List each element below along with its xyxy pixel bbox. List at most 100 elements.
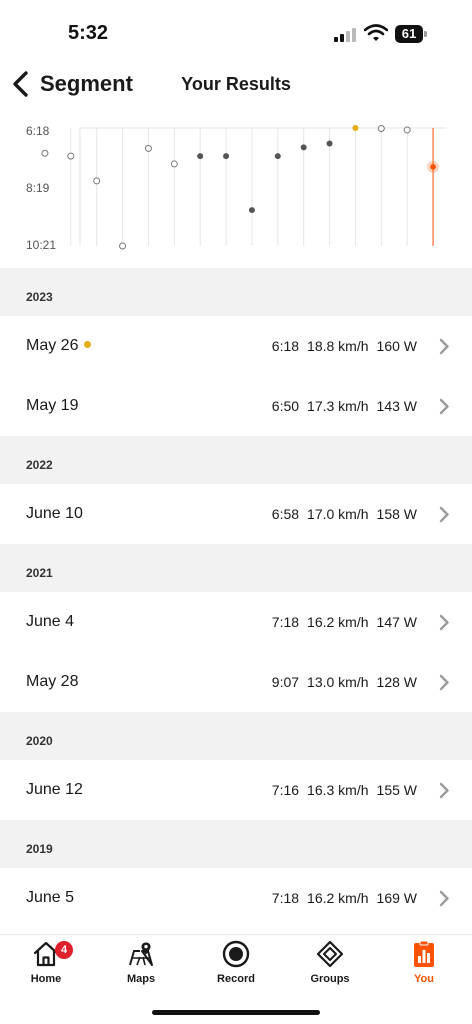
data-point[interactable] — [93, 177, 101, 185]
effort-time: 9:07 — [271, 674, 300, 690]
results-chart-plot — [41, 124, 446, 250]
data-point[interactable] — [274, 153, 281, 160]
cellular-signal-icon — [334, 28, 358, 42]
data-point[interactable] — [144, 144, 152, 152]
effort-row[interactable]: June 12 7:16 16.3 km/h 155 W — [0, 760, 472, 820]
effort-row[interactable]: May 26 6:18 18.8 km/h 160 W — [0, 316, 472, 376]
nav-header: Segment Your Results — [0, 60, 472, 108]
effort-time: 7:18 — [271, 890, 300, 906]
chevron-right-icon — [439, 338, 449, 355]
tab-label: Home — [30, 973, 62, 985]
data-point[interactable] — [377, 124, 385, 132]
effort-power: 128 W — [376, 674, 417, 690]
notification-badge: 4 — [55, 941, 73, 959]
effort-date: June 10 — [26, 505, 83, 522]
tab-label: Groups — [310, 973, 350, 985]
year-header: 2020 — [0, 712, 472, 760]
year-header: 2019 — [0, 820, 472, 868]
effort-power: 143 W — [376, 398, 417, 414]
you-icon — [414, 940, 434, 967]
data-point[interactable] — [403, 126, 411, 134]
effort-stats: 6:58 17.0 km/h 158 W — [272, 484, 417, 544]
tab-home[interactable]: 4 Home — [1, 939, 91, 995]
chevron-right-icon — [439, 398, 449, 415]
effort-stats: 7:18 16.2 km/h 169 W — [272, 868, 417, 928]
groups-icon — [316, 940, 344, 968]
effort-speed: 18.8 km/h — [307, 338, 369, 354]
data-point[interactable] — [300, 144, 307, 151]
record-icon — [222, 940, 250, 968]
effort-stats: 7:18 16.2 km/h 147 W — [272, 592, 417, 652]
y-tick-label: 10:21 — [26, 238, 57, 252]
effort-speed: 13.0 km/h — [307, 674, 369, 690]
effort-date: May 28 — [26, 673, 79, 690]
status-bar: 5:32 61 — [0, 0, 472, 60]
effort-stats: 6:50 17.3 km/h 143 W — [272, 376, 417, 436]
tab-maps[interactable]: Maps — [96, 939, 186, 995]
y-tick-label: 8:19 — [26, 181, 50, 195]
effort-date-label: May 26 — [26, 337, 79, 354]
effort-row[interactable]: June 4 7:18 16.2 km/h 147 W — [0, 592, 472, 652]
data-point[interactable] — [352, 125, 359, 131]
chevron-right-icon — [439, 506, 449, 523]
pr-dot-icon — [84, 341, 92, 348]
battery-level: 61 — [395, 25, 423, 43]
tab-label: You — [414, 973, 434, 985]
chevron-right-icon — [439, 614, 449, 631]
effort-row[interactable]: June 10 6:58 17.0 km/h 158 W — [0, 484, 472, 544]
data-point[interactable] — [197, 153, 204, 160]
maps-icon — [129, 942, 153, 966]
effort-power: 147 W — [376, 614, 417, 630]
effort-time: 6:18 — [271, 338, 300, 354]
effort-date: May 26 — [26, 316, 92, 376]
effort-row[interactable]: May 19 6:50 17.3 km/h 143 W — [0, 376, 472, 436]
effort-speed: 16.2 km/h — [307, 890, 369, 906]
tab-record[interactable]: Record — [191, 939, 281, 995]
effort-stats: 6:18 18.8 km/h 160 W — [272, 316, 417, 376]
effort-stats: 7:16 16.3 km/h 155 W — [272, 760, 417, 820]
data-point[interactable] — [170, 160, 178, 168]
tab-groups[interactable]: Groups — [285, 939, 375, 995]
chevron-right-icon — [439, 782, 449, 799]
data-point[interactable] — [430, 164, 436, 170]
effort-power: 158 W — [376, 506, 417, 522]
data-point[interactable] — [326, 140, 333, 147]
tab-label: Maps — [126, 973, 156, 985]
data-point[interactable] — [223, 153, 230, 160]
results-chart[interactable]: 6:18 8:19 10:21 — [0, 118, 472, 258]
home-indicator — [152, 1010, 320, 1015]
status-time: 5:32 — [68, 22, 109, 44]
effort-speed: 16.3 km/h — [307, 782, 369, 798]
year-header: 2021 — [0, 544, 472, 592]
effort-speed: 17.0 km/h — [307, 506, 369, 522]
effort-power: 155 W — [376, 782, 417, 798]
tab-you[interactable]: You — [379, 939, 469, 995]
effort-time: 7:18 — [271, 614, 300, 630]
effort-list: 2023 May 26 6:18 18.8 km/h 160 W May 19 6:… — [0, 268, 472, 928]
wifi-icon — [364, 24, 388, 41]
effort-power: 160 W — [376, 338, 417, 354]
y-tick-label: 6:18 — [26, 124, 50, 138]
effort-row[interactable]: June 5 7:18 16.2 km/h 169 W — [0, 868, 472, 928]
effort-date: June 4 — [26, 613, 75, 630]
data-point[interactable] — [41, 149, 49, 157]
effort-stats: 9:07 13.0 km/h 128 W — [272, 652, 417, 712]
chevron-right-icon — [439, 674, 449, 691]
effort-time: 6:58 — [271, 506, 300, 522]
effort-date: June 5 — [26, 889, 75, 906]
data-point[interactable] — [248, 207, 255, 214]
effort-power: 169 W — [376, 890, 417, 906]
chevron-right-icon — [439, 890, 449, 907]
data-point[interactable] — [67, 152, 75, 160]
year-header: 2023 — [0, 268, 472, 316]
effort-time: 7:16 — [271, 782, 300, 798]
effort-row[interactable]: May 28 9:07 13.0 km/h 128 W — [0, 652, 472, 712]
effort-speed: 17.3 km/h — [307, 398, 369, 414]
tab-label: Record — [217, 973, 255, 985]
battery-icon: 61 — [395, 25, 427, 43]
data-point[interactable] — [119, 242, 127, 250]
page-title: Your Results — [181, 74, 291, 94]
effort-time: 6:50 — [271, 398, 300, 414]
effort-date: May 19 — [26, 397, 79, 414]
effort-date: June 12 — [26, 781, 83, 798]
